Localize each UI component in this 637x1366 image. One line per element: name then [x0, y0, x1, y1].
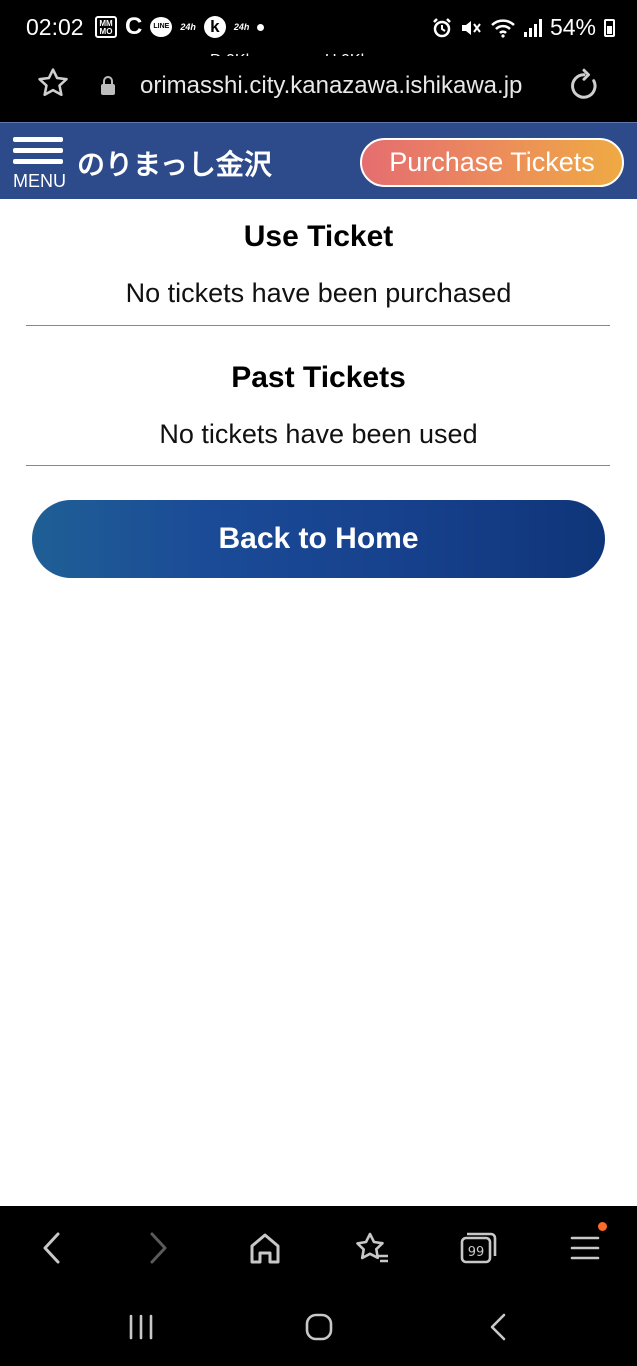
24h-icon: 24h: [233, 22, 250, 32]
home-button-icon[interactable]: [302, 1310, 336, 1344]
bookmarks-icon[interactable]: [352, 1226, 392, 1270]
divider: [26, 465, 610, 466]
lock-icon: [101, 76, 115, 95]
use-ticket-message: No tickets have been purchased: [125, 278, 512, 308]
purchase-tickets-button[interactable]: Purchase Tickets: [360, 138, 624, 187]
line-icon: LINE: [150, 17, 173, 37]
dot-icon: [257, 23, 265, 31]
hamburger-menu-icon[interactable]: [13, 137, 63, 167]
divider: [26, 325, 610, 326]
back-to-home-button[interactable]: Back to Home: [32, 500, 605, 578]
mm-icon: MM MO: [95, 16, 117, 38]
back-arrow-icon[interactable]: [36, 1226, 68, 1270]
bookmark-star-icon[interactable]: [36, 66, 70, 100]
signal-icon: [523, 18, 542, 37]
status-right: 54%: [432, 14, 615, 41]
c-icon: C: [125, 13, 143, 40]
system-navigation-bar: [0, 1288, 637, 1366]
app-header: MENU のりまっし金沢 Purchase Tickets: [0, 122, 637, 199]
battery-percent: 54%: [549, 14, 596, 40]
notification-icons: MM MO C LINE 24h k 24h: [95, 13, 265, 40]
24h-icon: 24h: [180, 22, 196, 32]
url-field[interactable]: orimasshi.city.kanazawa.ishikawa.jp: [140, 72, 550, 100]
status-time: 02:02: [26, 14, 84, 40]
browser-toolbar: 99: [0, 1206, 637, 1288]
browser-menu-icon[interactable]: [568, 1226, 602, 1270]
past-tickets-title: Past Tickets: [231, 361, 406, 394]
menu-label[interactable]: MENU: [13, 171, 66, 192]
notification-dot-icon: [598, 1222, 607, 1231]
status-bar: 02:02 MMMO C LINE 24h k 24h 54% D:0Kb U:…: [0, 0, 637, 69]
wifi-icon: [491, 18, 515, 38]
k-icon: k: [203, 16, 226, 38]
mute-icon: [461, 20, 481, 35]
home-icon[interactable]: [246, 1226, 284, 1270]
forward-arrow-icon[interactable]: [142, 1226, 174, 1270]
reload-icon[interactable]: [566, 68, 602, 104]
browser-url-bar: orimasshi.city.kanazawa.ishikawa.jp: [0, 56, 637, 122]
system-back-icon[interactable]: [482, 1310, 516, 1344]
svg-text:99: 99: [468, 1245, 485, 1260]
brand-logo[interactable]: のりまっし金沢: [77, 143, 272, 183]
use-ticket-title: Use Ticket: [243, 220, 394, 253]
alarm-icon: [433, 17, 451, 37]
battery-icon: [604, 18, 615, 37]
tabs-icon[interactable]: 99: [458, 1226, 498, 1270]
past-tickets-message: No tickets have been used: [159, 419, 478, 449]
recent-apps-icon[interactable]: [124, 1310, 158, 1344]
